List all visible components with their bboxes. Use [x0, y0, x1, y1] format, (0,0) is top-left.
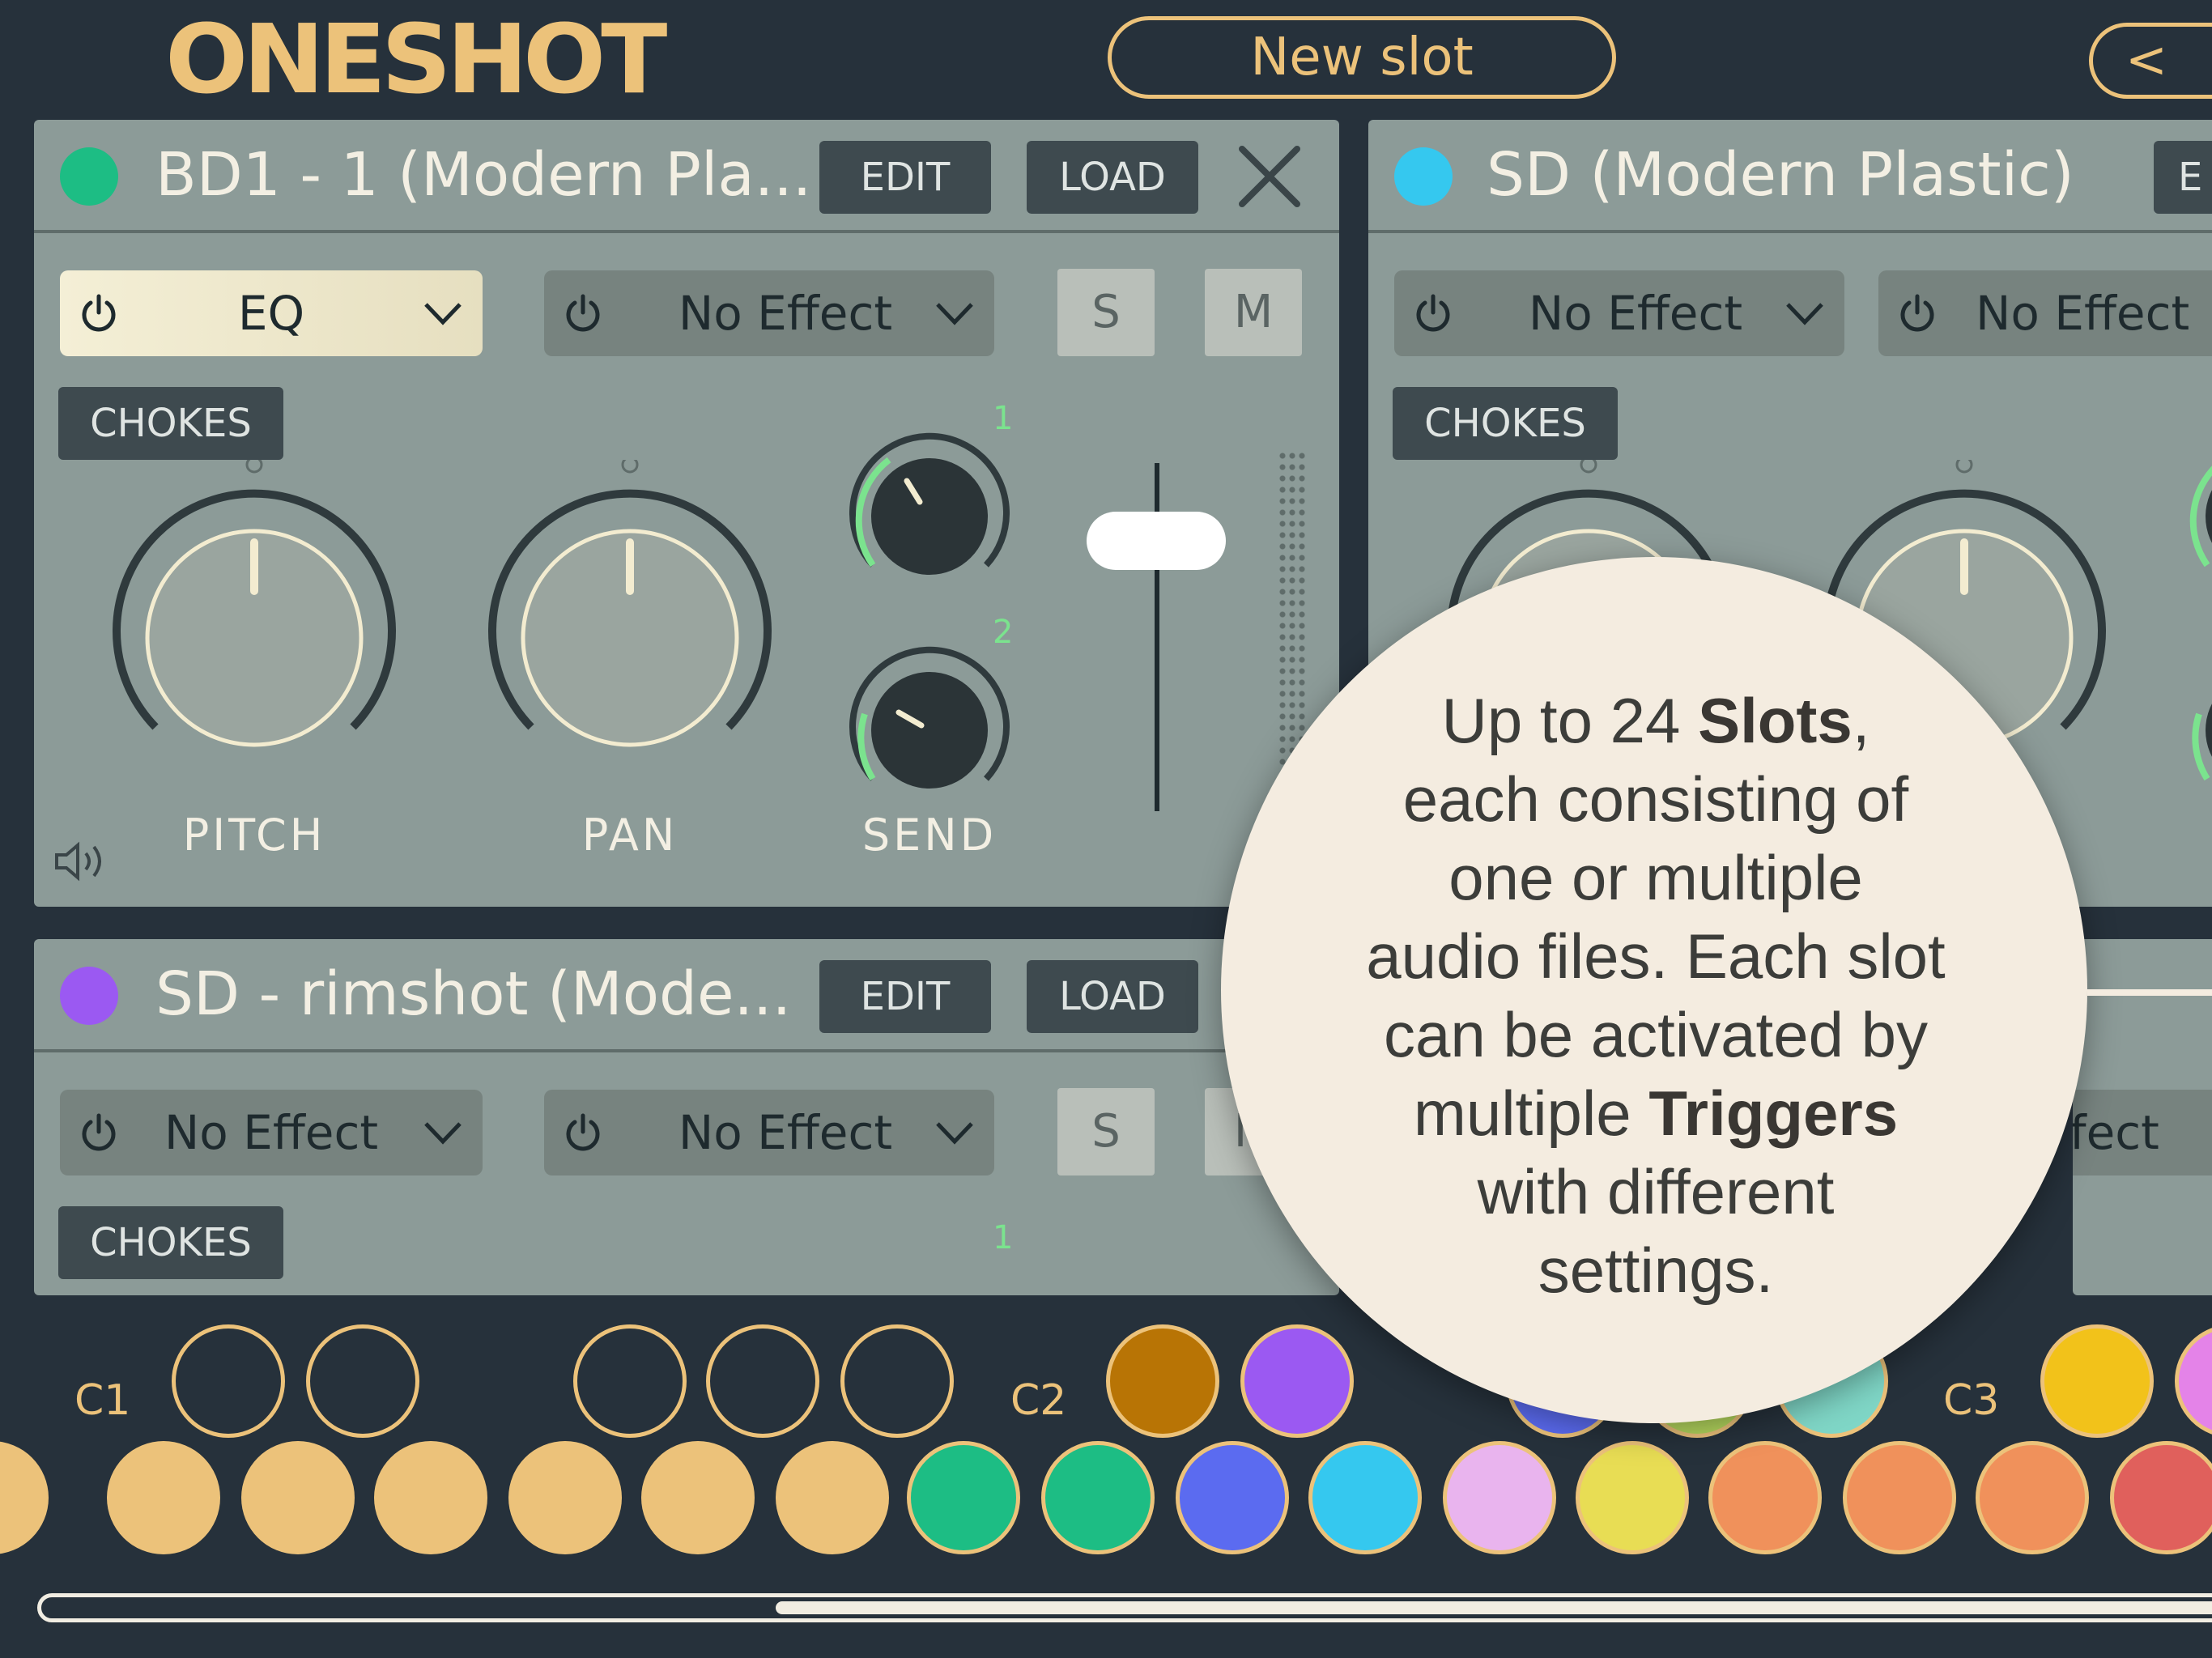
mute-button[interactable]: M [1205, 269, 1302, 356]
trigger-key-amber[interactable] [2040, 1324, 2154, 1438]
chevron-down-icon [936, 303, 973, 325]
solo-button[interactable]: S [1057, 269, 1155, 356]
trigger-key-empty[interactable] [706, 1324, 819, 1438]
slot-title[interactable]: SD (Modern Plastic) [1487, 136, 2074, 214]
edit-button[interactable]: E [2154, 141, 2212, 214]
volume-fader-handle[interactable] [1087, 512, 1226, 570]
previous-page-button[interactable]: < [2089, 23, 2212, 99]
effect-slot-2-dropdown[interactable]: No Effect [1878, 270, 2212, 356]
callout-connector [2087, 989, 2212, 996]
trigger-key-purple[interactable] [1240, 1324, 1354, 1438]
chevron-down-icon [1786, 303, 1823, 325]
trigger-key-empty[interactable] [840, 1324, 954, 1438]
trigger-key-gold[interactable] [107, 1441, 220, 1554]
send-label: S [2183, 810, 2212, 861]
power-icon[interactable] [1896, 293, 1938, 335]
trigger-key-gold[interactable] [641, 1441, 755, 1554]
send-label: SEND [861, 810, 998, 861]
trigger-key-yellow[interactable] [1576, 1441, 1689, 1554]
octave-label-c1: C1 [74, 1376, 131, 1425]
send-2-knob[interactable] [840, 641, 1019, 819]
slot-color-indicator[interactable] [1394, 147, 1453, 206]
chokes-button[interactable]: CHOKES [1393, 387, 1618, 460]
trigger-key-gold[interactable] [508, 1441, 622, 1554]
octave-label-c3: C3 [1943, 1376, 2000, 1425]
trigger-key-cyan[interactable] [1308, 1441, 1422, 1554]
effect-slot-1-dropdown[interactable]: No Effect [1394, 270, 1844, 356]
slot-title[interactable]: SD - rimshot (Mode... [155, 955, 791, 1033]
load-button[interactable]: LOAD [1027, 141, 1198, 214]
trigger-key-brown[interactable] [1106, 1324, 1219, 1438]
slot-color-indicator[interactable] [60, 147, 118, 206]
send-1-knob[interactable] [840, 427, 1019, 606]
chokes-button[interactable]: CHOKES [58, 1206, 283, 1279]
effect-slot-2-dropdown[interactable]: No Effect [544, 270, 994, 356]
slot-color-indicator[interactable] [60, 967, 118, 1025]
solo-button[interactable]: S [1057, 1088, 1155, 1175]
effect-label: No Effect [1528, 286, 1743, 341]
new-slot-button[interactable]: New slot [1108, 16, 1616, 99]
slot-panel-bd1: BD1 - 1 (Modern Pla... EDIT LOAD EQ No E… [34, 120, 1339, 907]
trigger-key-green[interactable] [1041, 1441, 1155, 1554]
slot-title[interactable]: BD1 - 1 (Modern Pla... [155, 136, 811, 214]
close-icon[interactable] [1237, 144, 1302, 209]
triggers-term: Triggers [1648, 1078, 1899, 1149]
trigger-key-gold[interactable] [374, 1441, 487, 1554]
chokes-button[interactable]: CHOKES [58, 387, 283, 460]
speaker-icon[interactable] [52, 837, 108, 886]
trigger-key-empty[interactable] [306, 1324, 419, 1438]
pan-label: PAN [581, 810, 678, 861]
effect-label: No Effect [164, 1105, 379, 1160]
effect-label: No Effect [678, 286, 893, 341]
effect-label: EQ [237, 286, 305, 341]
send-1-knob[interactable] [2175, 427, 2212, 606]
trigger-key-gold[interactable] [776, 1441, 889, 1554]
edit-button[interactable]: EDIT [819, 141, 991, 214]
effect-slot-1-dropdown[interactable]: No Effect [60, 1090, 483, 1175]
callout-text: Up to 24 Slots, each consisting of one o… [1366, 685, 1946, 1306]
octave-label-c2: C2 [1010, 1376, 1067, 1425]
effect-label: Effect [2073, 1105, 2159, 1160]
trigger-key-gold[interactable] [241, 1441, 355, 1554]
chevron-down-icon [936, 1122, 973, 1145]
effect-label: No Effect [678, 1105, 893, 1160]
oneshot-logo: ONESHOT [164, 3, 667, 115]
trigger-key-green[interactable] [907, 1441, 1020, 1554]
send-2-knob[interactable] [2175, 641, 2212, 819]
pan-knob[interactable] [468, 460, 792, 784]
slots-term: Slots [1698, 685, 1853, 756]
effect-slot-2-dropdown[interactable]: No Effect [544, 1090, 994, 1175]
chevron-down-icon [424, 303, 462, 325]
trigger-key-orange[interactable] [1976, 1441, 2089, 1554]
edit-button[interactable]: EDIT [819, 960, 991, 1033]
send-1-label: 1 [993, 1219, 1014, 1256]
scrollbar-thumb[interactable] [776, 1601, 2212, 1614]
trigger-key-orange[interactable] [1708, 1441, 1822, 1554]
load-button[interactable]: LOAD [1027, 960, 1198, 1033]
trigger-key-empty[interactable] [172, 1324, 285, 1438]
slot-panel-sd-rimshot: SD - rimshot (Mode... EDIT LOAD No Effec… [34, 939, 1339, 1295]
effect-slot-1-dropdown[interactable]: EQ [60, 270, 483, 356]
effect-label: No Effect [1976, 286, 2190, 341]
chevron-down-icon [424, 1122, 462, 1145]
trigger-key-orange[interactable] [1843, 1441, 1956, 1554]
effect-slot-2-dropdown[interactable]: Effect [2073, 1090, 2212, 1175]
pitch-label: PITCH [182, 810, 326, 861]
trigger-key-blue[interactable] [1176, 1441, 1289, 1554]
trigger-key-pink[interactable] [1443, 1441, 1556, 1554]
trigger-key-empty[interactable] [573, 1324, 687, 1438]
pitch-knob[interactable] [92, 460, 416, 784]
